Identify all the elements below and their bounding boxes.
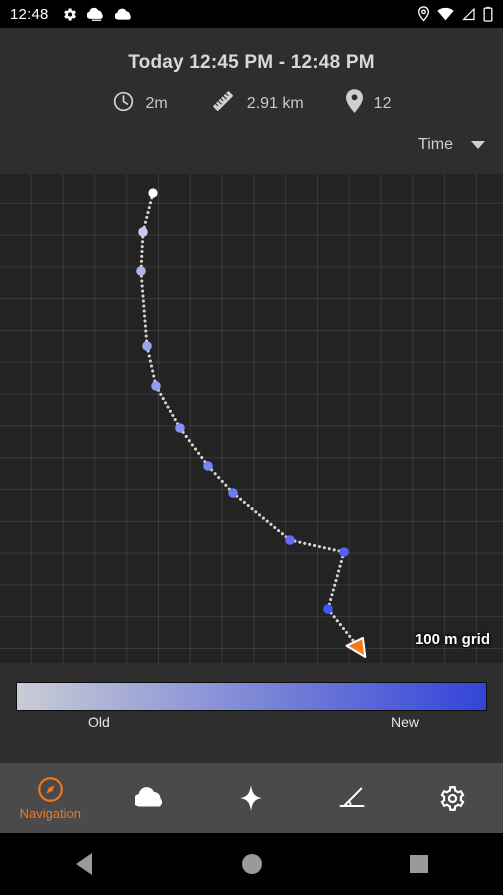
status-bar: 12:48 xyxy=(0,0,503,28)
back-button[interactable] xyxy=(0,853,168,875)
status-bar-system-icons xyxy=(417,6,493,22)
stat-distance: 2.91 km xyxy=(210,88,304,119)
wifi-icon xyxy=(437,7,454,21)
compass-icon[interactable] xyxy=(37,775,64,803)
nav-item-settings[interactable] xyxy=(402,763,503,833)
bottom-navigation: Navigation xyxy=(0,763,503,833)
gear-icon xyxy=(61,6,78,23)
map-pin-icon xyxy=(345,89,363,118)
nav-item-navigation-label: Navigation xyxy=(19,806,82,821)
status-bar-notification-icons xyxy=(61,6,134,23)
recents-button[interactable] xyxy=(335,855,503,873)
location-pin-icon xyxy=(417,6,430,22)
home-button[interactable] xyxy=(168,854,336,874)
grid-scale-label: 100 m grid xyxy=(414,631,490,648)
track-points xyxy=(136,188,349,614)
cloud-icon[interactable] xyxy=(134,784,167,812)
back-triangle-icon[interactable] xyxy=(75,853,92,875)
sort-mode-label: Time xyxy=(418,136,453,153)
android-system-nav xyxy=(0,833,503,895)
track-header: Today 12:45 PM - 12:48 PM 2m 2.91 km 12 … xyxy=(0,28,503,174)
stat-waypoints-value: 12 xyxy=(373,94,392,112)
legend-old-label: Old xyxy=(88,714,110,730)
home-circle-icon[interactable] xyxy=(241,854,262,874)
navigation-arrow-icon xyxy=(345,636,367,659)
track-stats: 2m 2.91 km 12 xyxy=(0,88,503,119)
stat-waypoints: 12 xyxy=(345,89,392,118)
track-polyline xyxy=(139,191,361,650)
stat-distance-value: 2.91 km xyxy=(246,94,304,112)
nav-item-sky[interactable] xyxy=(201,763,302,833)
sparkle-icon[interactable] xyxy=(236,784,266,812)
sort-mode-dropdown[interactable]: Time xyxy=(418,136,485,154)
nav-item-navigation[interactable]: Navigation xyxy=(0,763,101,833)
cloud-icon xyxy=(114,7,134,22)
stat-duration: 2m xyxy=(112,90,168,118)
nav-item-angle[interactable] xyxy=(302,763,403,833)
nav-item-weather[interactable] xyxy=(101,763,202,833)
map-canvas[interactable]: 100 m grid xyxy=(0,174,503,663)
app-root: 12:48 Today 12:45 PM - 12:48 PM 2m 2.91 … xyxy=(0,0,503,895)
gear-icon[interactable] xyxy=(439,784,466,812)
page-title: Today 12:45 PM - 12:48 PM xyxy=(128,52,375,73)
legend-new-label: New xyxy=(391,714,420,730)
stat-duration-value: 2m xyxy=(145,94,168,112)
ruler-icon xyxy=(210,88,236,119)
angle-icon[interactable] xyxy=(338,784,366,812)
time-gradient-bar xyxy=(16,682,487,711)
status-bar-clock: 12:48 xyxy=(10,5,49,23)
cloud-filled-icon xyxy=(86,6,106,23)
chevron-down-icon[interactable] xyxy=(471,141,485,149)
time-legend: Old New xyxy=(0,663,503,763)
track-plot xyxy=(136,188,367,659)
cellular-signal-icon xyxy=(461,7,476,21)
battery-icon xyxy=(483,6,493,22)
recents-square-icon[interactable] xyxy=(410,855,429,873)
clock-icon xyxy=(112,90,135,118)
time-legend-labels: Old New xyxy=(16,714,487,736)
